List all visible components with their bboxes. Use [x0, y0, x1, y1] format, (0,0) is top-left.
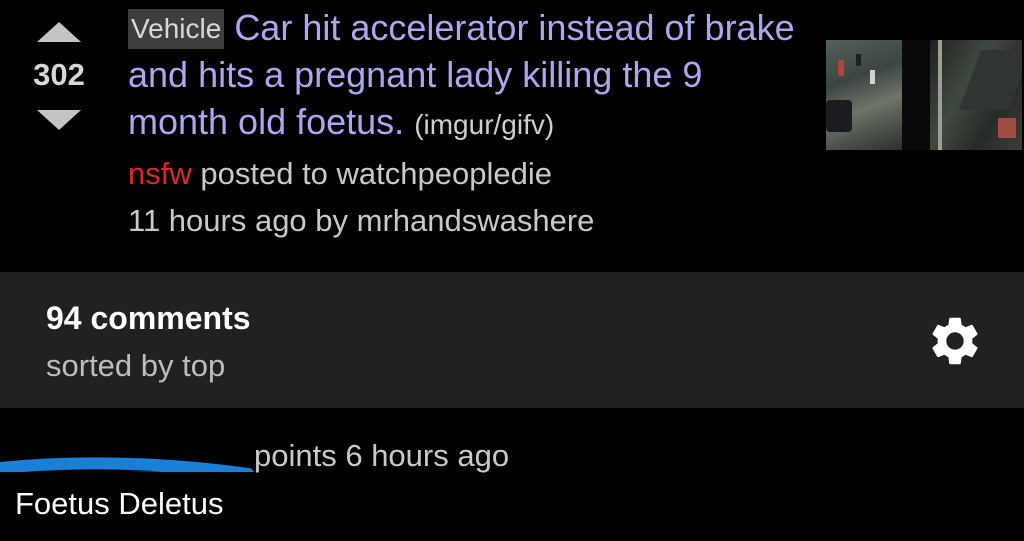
- redaction-scribble: [0, 457, 254, 472]
- comments-sort[interactable]: sorted by top: [46, 348, 225, 384]
- comment-item: points 6 hours ago Foetus Deletus: [0, 408, 1024, 541]
- arrow-down-icon[interactable]: [37, 110, 81, 130]
- post-meta-line2: 11 hours ago by mrhandswashere: [128, 203, 595, 238]
- post-score: 302: [33, 57, 85, 92]
- comment-author-redacted: [0, 436, 254, 472]
- vote-controls: 302: [22, 18, 96, 130]
- comment-meta: points 6 hours ago: [254, 438, 510, 473]
- nsfw-badge: nsfw: [128, 156, 192, 191]
- comments-header: 94 comments sorted by top: [0, 272, 1024, 408]
- post-flair: Vehicle: [128, 9, 225, 49]
- post-title-block[interactable]: Vehicle Car hit accelerator instead of b…: [128, 4, 808, 148]
- comment-body: Foetus Deletus: [15, 486, 224, 521]
- post-subreddit[interactable]: posted to watchpeopledie: [200, 156, 552, 191]
- post-header: 302 Vehicle Car hit accelerator instead …: [0, 0, 1024, 272]
- thumbnail-frame-right: [930, 40, 1022, 150]
- gear-icon[interactable]: [926, 312, 984, 370]
- post-domain: (imgur/gifv): [414, 109, 555, 140]
- thumbnail-frame-left: [826, 40, 902, 150]
- post-meta-line1: nsfw posted to watchpeopledie: [128, 156, 552, 192]
- comments-count: 94 comments: [46, 300, 251, 336]
- post-thumbnail[interactable]: [826, 40, 1022, 150]
- arrow-up-icon[interactable]: [37, 22, 81, 42]
